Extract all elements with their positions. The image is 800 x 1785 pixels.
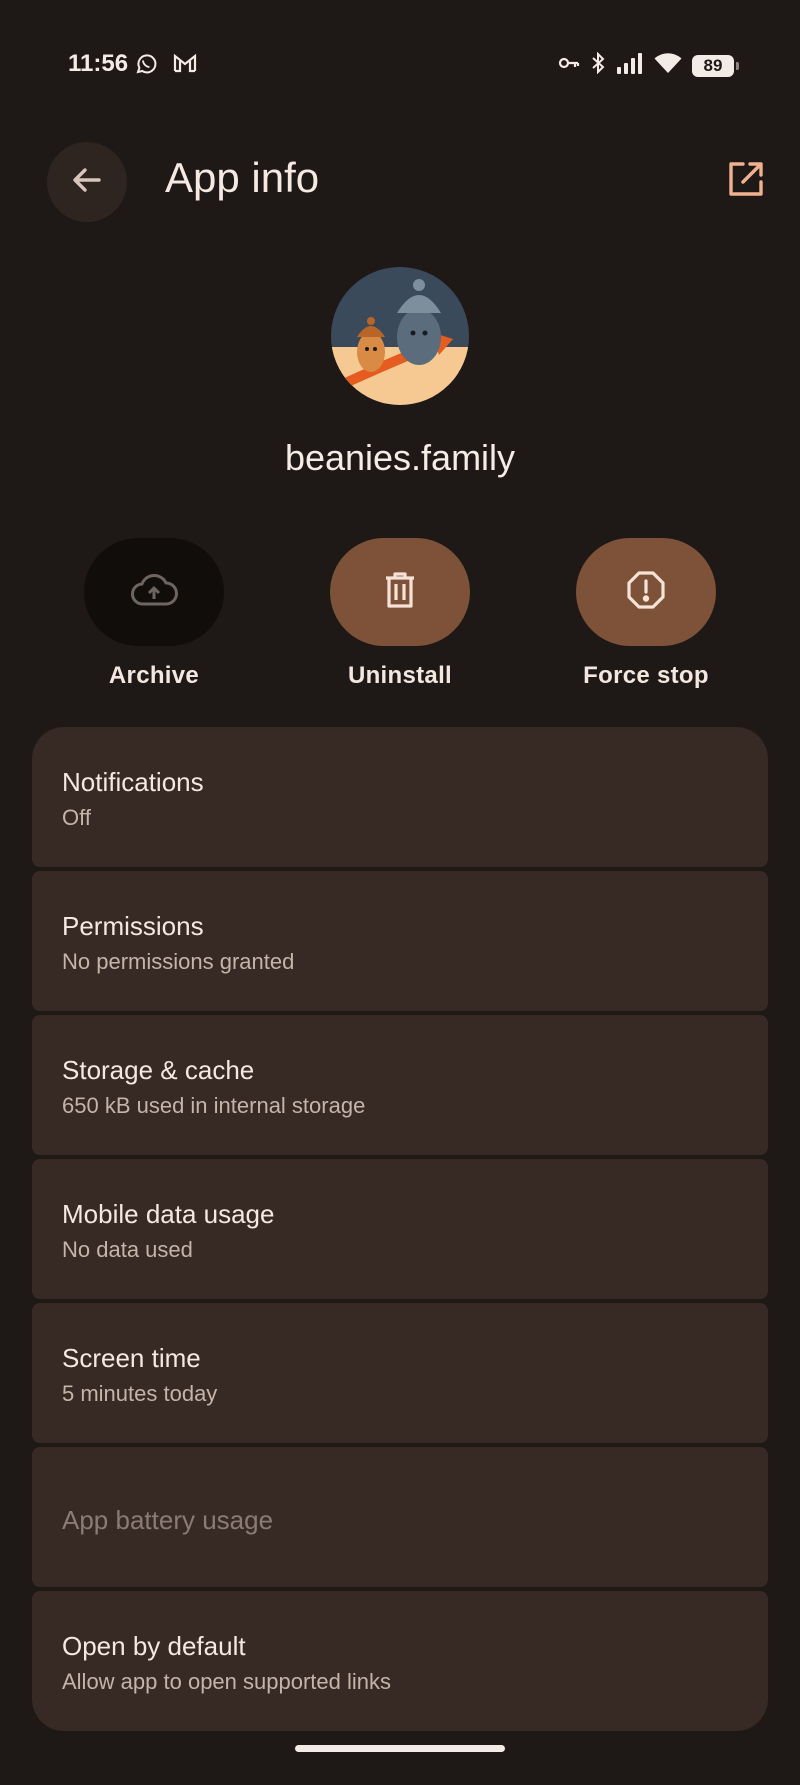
status-bar: 11:56 89 (0, 0, 800, 130)
setting-subtitle: 5 minutes today (62, 1381, 218, 1406)
force-stop-label: Force stop (583, 662, 709, 689)
page-title: App info (165, 154, 320, 201)
setting-subtitle: Off (62, 805, 91, 830)
status-notification-icons (134, 52, 198, 81)
setting-subtitle: No permissions granted (62, 949, 295, 974)
setting-title: App battery usage (62, 1505, 274, 1535)
wifi-icon (654, 52, 682, 79)
gmail-icon (172, 52, 198, 81)
open-in-new-icon (726, 159, 766, 204)
archive-label: Archive (108, 662, 200, 689)
alert-octagon-icon (626, 570, 666, 615)
setting-title: Storage & cache (62, 1055, 255, 1085)
arrow-back-icon (70, 163, 104, 202)
open-by-default-item[interactable]: Open by default Allow app to open suppor… (32, 1591, 768, 1731)
home-indicator[interactable] (295, 1745, 505, 1752)
open-in-new-button[interactable] (724, 159, 768, 203)
setting-subtitle: Allow app to open supported links (62, 1669, 391, 1694)
cloud-upload-icon (130, 572, 178, 613)
setting-title: Permissions (62, 911, 204, 941)
permissions-item[interactable]: Permissions No permissions granted (32, 871, 768, 1011)
app-battery-usage-item: App battery usage (32, 1447, 768, 1587)
battery-level: 89 (703, 55, 723, 75)
archive-button[interactable]: Archive (74, 538, 234, 690)
setting-subtitle: 650 kB used in internal storage (62, 1093, 366, 1118)
mobile-data-usage-item[interactable]: Mobile data usage No data used (32, 1159, 768, 1299)
signal-icon (616, 52, 644, 79)
uninstall-button[interactable]: Uninstall (320, 538, 480, 690)
settings-list: Notifications Off Permissions No permiss… (32, 727, 768, 1735)
uninstall-label: Uninstall (347, 662, 453, 689)
setting-title: Notifications (62, 767, 204, 797)
app-name: beanies.family (284, 437, 516, 478)
bluetooth-icon (590, 51, 606, 79)
vpn-key-icon (558, 56, 580, 75)
setting-subtitle: No data used (62, 1237, 193, 1262)
whatsapp-icon (134, 52, 158, 81)
screen-time-item[interactable]: Screen time 5 minutes today (32, 1303, 768, 1443)
setting-title: Mobile data usage (62, 1199, 275, 1229)
battery-icon: 89 (692, 54, 739, 77)
status-system-icons: 89 (558, 51, 739, 79)
storage-cache-item[interactable]: Storage & cache 650 kB used in internal … (32, 1015, 768, 1155)
app-icon (331, 267, 469, 405)
force-stop-button[interactable]: Force stop (566, 538, 726, 690)
status-time: 11:56 (68, 50, 129, 77)
notifications-item[interactable]: Notifications Off (32, 727, 768, 867)
back-button[interactable] (47, 142, 127, 222)
setting-title: Screen time (62, 1343, 201, 1373)
setting-title: Open by default (62, 1631, 246, 1661)
trash-icon (382, 570, 418, 615)
